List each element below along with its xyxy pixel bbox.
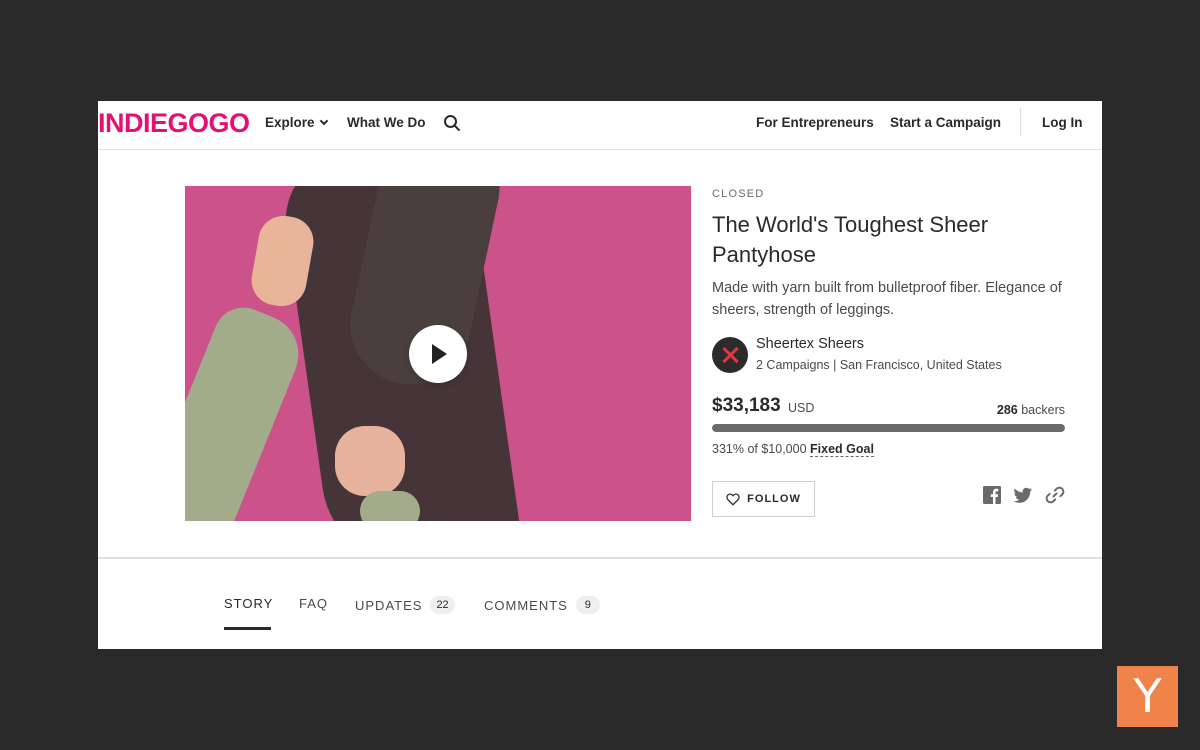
follow-button[interactable]: FOLLOW: [712, 481, 815, 517]
facebook-icon[interactable]: [982, 485, 1002, 505]
goal-text: 331% of $10,000: [712, 442, 807, 456]
nav-explore[interactable]: Explore: [265, 115, 328, 131]
funds-raised: $33,183: [712, 395, 781, 416]
section-divider: [98, 557, 1102, 559]
page-frame: INDIEGOGO Explore What We Do For Entrepr…: [98, 101, 1102, 649]
campaign-title: The World's Toughest Sheer Pantyhose: [712, 212, 989, 267]
indiegogo-logo[interactable]: INDIEGOGO: [98, 108, 250, 138]
campaign-tagline: Made with yarn built from bulletproof fi…: [712, 280, 1062, 318]
twitter-icon[interactable]: [1013, 485, 1033, 505]
owner-avatar[interactable]: [712, 337, 748, 373]
active-tab-indicator: [224, 627, 271, 630]
follow-label: FOLLOW: [747, 493, 801, 505]
updates-count-badge: 22: [430, 596, 455, 614]
video-thumbnail-sleeve: [185, 298, 311, 521]
nav-divider: [1020, 108, 1021, 136]
campaign-video[interactable]: [185, 186, 691, 521]
tab-updates-label: UPDATES: [355, 597, 423, 613]
backers-label: backers: [1021, 403, 1065, 417]
chevron-down-icon: [319, 116, 328, 126]
nav-what-we-do[interactable]: What We Do: [347, 115, 426, 131]
nav-log-in[interactable]: Log In: [1042, 115, 1083, 131]
nav-for-entrepreneurs[interactable]: For Entrepreneurs: [756, 115, 874, 131]
funding-progress-bar: [712, 424, 1065, 432]
funding-goal: 331% of $10,000 Fixed Goal: [712, 442, 874, 457]
search-icon[interactable]: [443, 114, 461, 132]
nav-start-a-campaign[interactable]: Start a Campaign: [890, 115, 1001, 131]
tab-updates[interactable]: UPDATES 22: [355, 596, 455, 614]
play-icon[interactable]: [409, 325, 467, 383]
owner-meta: 2 Campaigns | San Francisco, United Stat…: [756, 358, 1002, 372]
funds-currency: USD: [788, 401, 815, 415]
backers-count: 286 backers: [958, 403, 1065, 417]
nav-explore-label: Explore: [265, 115, 315, 130]
tab-comments[interactable]: COMMENTS 9: [484, 596, 600, 614]
campaign-status: CLOSED: [712, 188, 765, 200]
backers-number: 286: [996, 403, 1018, 417]
video-thumbnail-hand-lower: [335, 426, 405, 496]
tab-story-label: STORY: [224, 596, 274, 611]
goal-type[interactable]: Fixed Goal: [810, 442, 874, 457]
tab-comments-label: COMMENTS: [484, 597, 568, 613]
funding-progress-fill: [712, 424, 1065, 432]
heart-icon: [726, 492, 740, 506]
link-icon[interactable]: [1045, 485, 1065, 505]
tab-story[interactable]: STORY: [224, 596, 273, 611]
y-combinator-badge: Y: [1117, 666, 1178, 727]
owner-name[interactable]: Sheertex Sheers: [756, 336, 864, 352]
video-thumbnail-sleeve-lower: [360, 491, 420, 521]
tab-faq[interactable]: FAQ: [299, 596, 328, 611]
site-header: INDIEGOGO Explore What We Do For Entrepr…: [98, 101, 1102, 150]
tab-faq-label: FAQ: [299, 596, 329, 611]
comments-count-badge: 9: [575, 596, 600, 614]
